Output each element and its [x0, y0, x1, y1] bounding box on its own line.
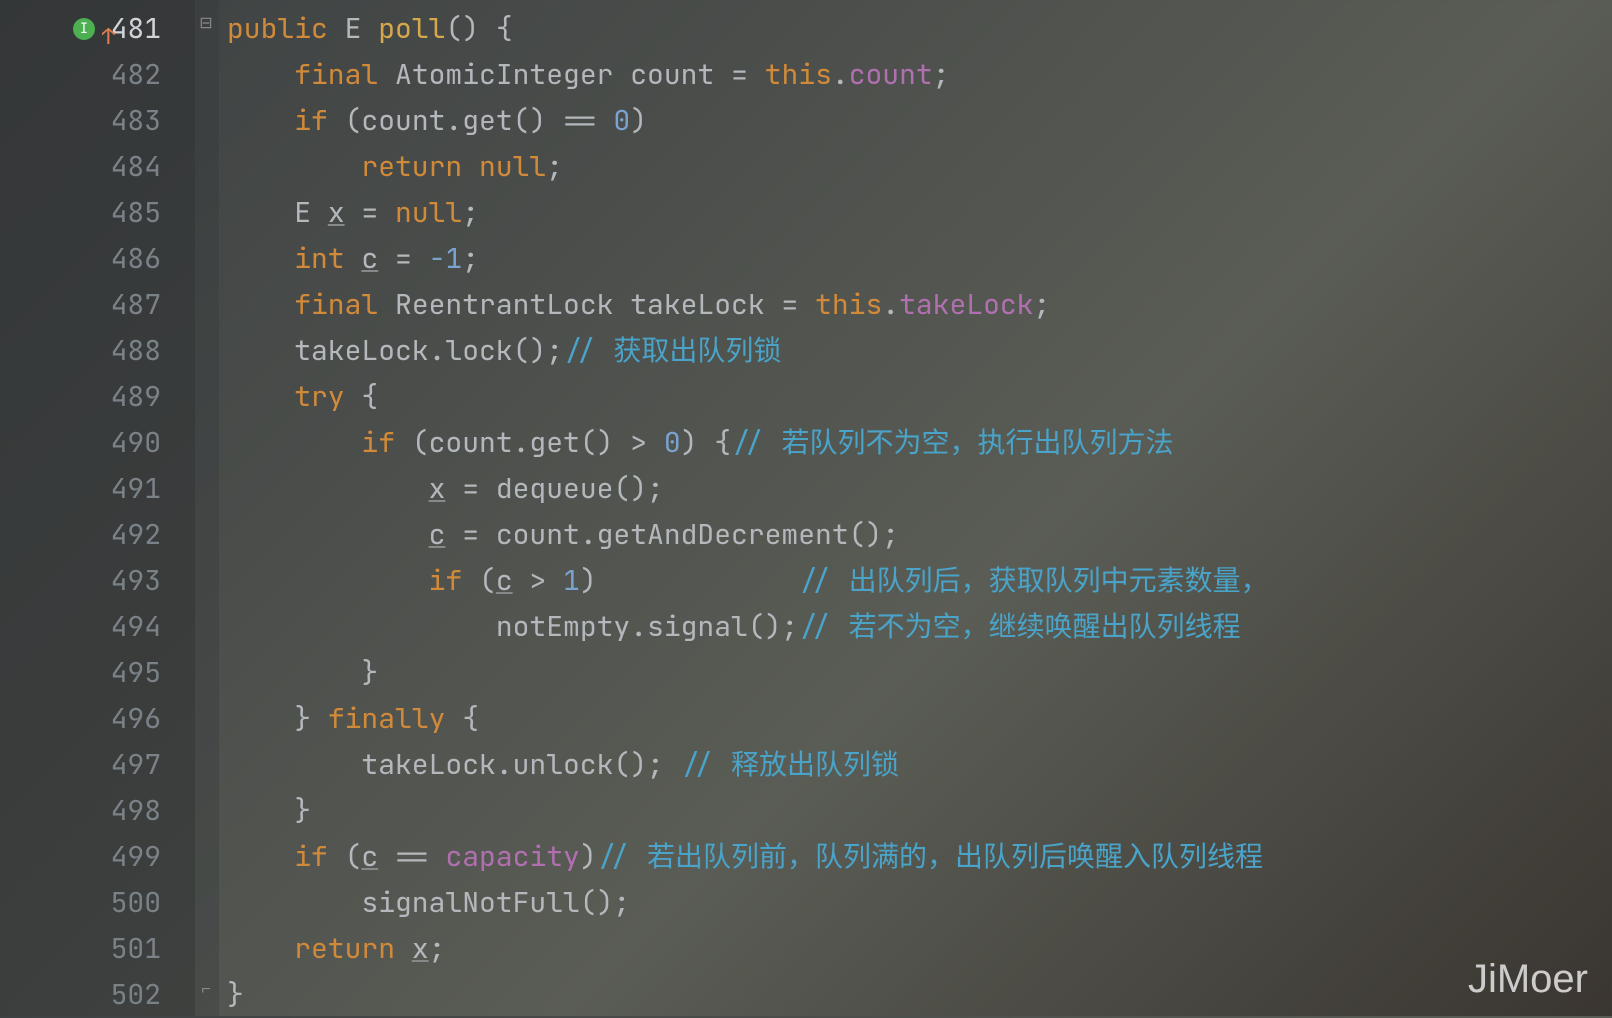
code-line: } finally {: [227, 696, 1612, 742]
line-gutter: 481 I ↑ 482 483 484 485 486 487 488 489 …: [0, 0, 195, 1016]
code-line: x = dequeue();: [227, 466, 1612, 512]
code-line: public E poll() {: [227, 6, 1612, 52]
code-line: signalNotFull();: [227, 880, 1612, 926]
line-number: 482: [0, 52, 195, 98]
code-line: notEmpty.signal();// 若不为空，继续唤醒出队列线程: [227, 604, 1612, 650]
code-line: final AtomicInteger count = this.count;: [227, 52, 1612, 98]
code-area[interactable]: public E poll() { final AtomicInteger co…: [219, 0, 1612, 1016]
fold-collapse-icon[interactable]: ⊟: [197, 12, 215, 30]
line-number: 489: [0, 374, 195, 420]
line-number: 487: [0, 282, 195, 328]
line-number: 502: [0, 972, 195, 1018]
code-line: if (count.get() == 0): [227, 98, 1612, 144]
line-number: 490: [0, 420, 195, 466]
line-number: 481 I ↑: [0, 6, 195, 52]
code-line: takeLock.unlock(); // 释放出队列锁: [227, 742, 1612, 788]
line-number: 486: [0, 236, 195, 282]
code-line: int c = -1;: [227, 236, 1612, 282]
code-editor[interactable]: 481 I ↑ 482 483 484 485 486 487 488 489 …: [0, 0, 1612, 1016]
code-line: c = count.getAndDecrement();: [227, 512, 1612, 558]
line-number: 498: [0, 788, 195, 834]
fold-region: ⊟ ⌐: [195, 0, 219, 1016]
code-line: if (c == capacity)// 若出队列前，队列满的，出队列后唤醒入队…: [227, 834, 1612, 880]
line-number: 485: [0, 190, 195, 236]
code-line: final ReentrantLock takeLock = this.take…: [227, 282, 1612, 328]
implementation-icon[interactable]: I: [73, 18, 95, 40]
line-number: 493: [0, 558, 195, 604]
code-line: takeLock.lock();// 获取出队列锁: [227, 328, 1612, 374]
code-line: E x = null;: [227, 190, 1612, 236]
line-number: 500: [0, 880, 195, 926]
line-number: 501: [0, 926, 195, 972]
line-number: 488: [0, 328, 195, 374]
line-number: 484: [0, 144, 195, 190]
line-number: 497: [0, 742, 195, 788]
line-number: 491: [0, 466, 195, 512]
fold-end-icon[interactable]: ⌐: [197, 978, 215, 996]
code-line: return x;: [227, 926, 1612, 972]
code-line: try {: [227, 374, 1612, 420]
watermark: JiMoer: [1468, 957, 1588, 1002]
code-line: }: [227, 972, 1612, 1018]
code-line: }: [227, 788, 1612, 834]
code-line: }: [227, 650, 1612, 696]
line-number: 499: [0, 834, 195, 880]
code-line: if (c > 1) // 出队列后，获取队列中元素数量，: [227, 558, 1612, 604]
line-number: 492: [0, 512, 195, 558]
line-number: 494: [0, 604, 195, 650]
line-number: 496: [0, 696, 195, 742]
line-number: 483: [0, 98, 195, 144]
code-line: return null;: [227, 144, 1612, 190]
line-number: 495: [0, 650, 195, 696]
code-line: if (count.get() > 0) {// 若队列不为空，执行出队列方法: [227, 420, 1612, 466]
